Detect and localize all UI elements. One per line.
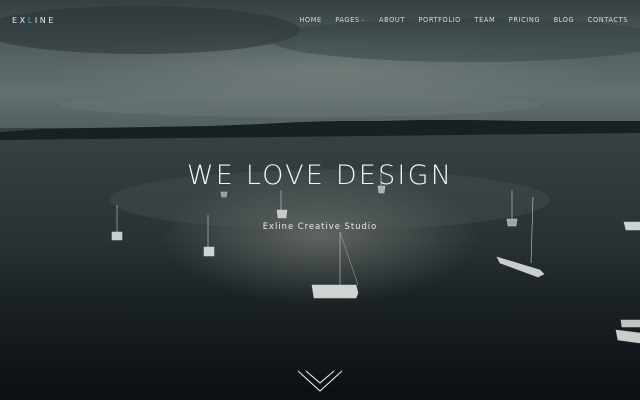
nav-item-blog[interactable]: BLOG xyxy=(554,16,575,24)
nav-item-team[interactable]: TEAM xyxy=(474,16,495,24)
main-menu: HOME PAGES ⌄ ABOUT PORTFOLIO TEAM PRICIN… xyxy=(286,16,628,24)
hero-section: EX L INE HOME PAGES ⌄ ABOUT PORTFOLIO TE… xyxy=(0,0,640,400)
hero-title: WE LOVE DESIGN xyxy=(186,160,454,191)
nav-item-home[interactable]: HOME xyxy=(299,16,321,24)
nav-item-pages-label: PAGES xyxy=(335,16,360,24)
logo-text-start: EX xyxy=(12,16,28,25)
nav-item-contacts[interactable]: CONTACTS xyxy=(588,16,628,24)
chevron-down-icon: ⌄ xyxy=(360,17,366,23)
site-logo[interactable]: EX L INE xyxy=(12,15,56,25)
background-image xyxy=(0,0,640,400)
nav-item-pages[interactable]: PAGES ⌄ xyxy=(335,16,365,24)
top-navigation: EX L INE HOME PAGES ⌄ ABOUT PORTFOLIO TE… xyxy=(0,0,640,40)
logo-text-end: INE xyxy=(34,16,57,25)
scroll-down-chevron-icon[interactable] xyxy=(296,368,344,396)
nav-item-about[interactable]: ABOUT xyxy=(379,16,405,24)
logo-text-accent: L xyxy=(27,16,35,25)
nav-item-portfolio[interactable]: PORTFOLIO xyxy=(418,16,461,24)
nav-item-pricing[interactable]: PRICING xyxy=(509,16,540,24)
hero-subtitle: Exline Creative Studio xyxy=(262,221,378,231)
